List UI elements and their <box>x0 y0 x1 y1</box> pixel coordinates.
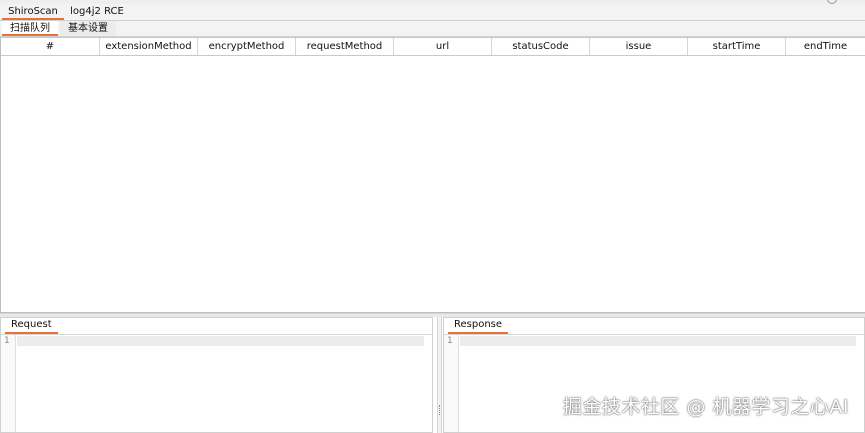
column-header-issue[interactable]: issue <box>590 38 688 55</box>
column-header-index[interactable]: # <box>1 38 100 55</box>
app-window: ShiroScan log4j2 RCE 扫描队列 基本设置 # extensi… <box>0 0 865 433</box>
table-header: # extensionMethod encryptMethod requestM… <box>1 37 865 56</box>
column-header-extension-method[interactable]: extensionMethod <box>100 38 198 55</box>
request-current-line <box>17 336 424 346</box>
watermark: 掘金技术社区 @ 机器学习之心AI <box>562 396 849 418</box>
tab-shiroscan[interactable]: ShiroScan <box>2 4 64 20</box>
response-current-line <box>460 336 856 346</box>
column-header-request-method[interactable]: requestMethod <box>296 38 394 55</box>
tab-scan-queue[interactable]: 扫描队列 <box>2 21 58 36</box>
sub-tab-bar: 扫描队列 基本设置 <box>0 21 865 37</box>
tab-response[interactable]: Response <box>448 318 509 334</box>
tab-request[interactable]: Request <box>5 318 58 334</box>
request-editor[interactable]: 1 <box>1 335 432 432</box>
response-tab-bar: Response <box>444 318 864 335</box>
column-header-url[interactable]: url <box>394 38 492 55</box>
request-line-number: 1 <box>4 336 10 346</box>
tab-basic-settings[interactable]: 基本设置 <box>60 21 116 36</box>
response-gutter: 1 <box>444 335 459 432</box>
column-header-status-code[interactable]: statusCode <box>492 38 590 55</box>
column-header-encrypt-method[interactable]: encryptMethod <box>198 38 296 55</box>
tab-log4j2-rce[interactable]: log4j2 RCE <box>66 4 128 20</box>
splitter-grip-icon[interactable] <box>439 405 441 415</box>
table-body[interactable] <box>1 55 865 312</box>
main-tab-bar: ShiroScan log4j2 RCE <box>0 4 865 21</box>
column-header-start-time[interactable]: startTime <box>688 38 786 55</box>
request-gutter: 1 <box>1 335 16 432</box>
vertical-splitter[interactable] <box>437 317 442 433</box>
response-line-number: 1 <box>447 336 453 346</box>
scan-queue-table: # extensionMethod encryptMethod requestM… <box>0 37 865 313</box>
request-tab-bar: Request <box>1 318 432 335</box>
column-header-end-time[interactable]: endTime <box>786 38 865 55</box>
request-panel: Request 1 <box>0 317 433 433</box>
